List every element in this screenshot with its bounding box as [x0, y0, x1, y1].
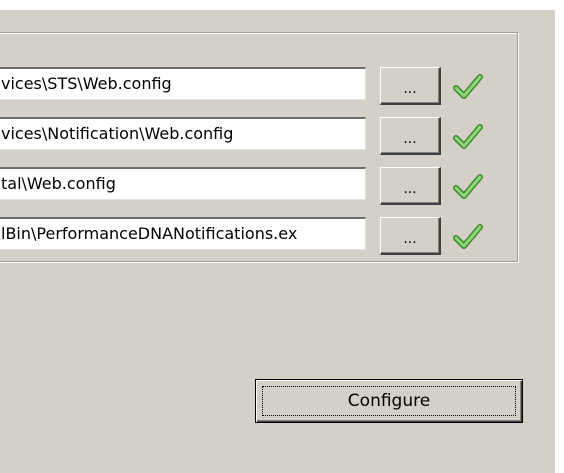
notifications-exe-path-field[interactable]: lBin\PerformanceDNANotifications.ex — [0, 217, 366, 250]
dialog-window: vices\STS\Web.config ... vices\Notificat… — [0, 10, 555, 473]
portal-config-path-field[interactable]: tal\Web.config — [0, 167, 366, 200]
check-icon — [453, 174, 483, 199]
portal-browse-button[interactable]: ... — [380, 167, 441, 205]
check-icon — [453, 224, 483, 249]
notification-browse-button[interactable]: ... — [380, 117, 441, 155]
exe-browse-button[interactable]: ... — [380, 217, 441, 255]
sts-config-path-field[interactable]: vices\STS\Web.config — [0, 67, 366, 100]
notification-config-path-field[interactable]: vices\Notification\Web.config — [0, 117, 366, 150]
configure-button[interactable]: Configure — [255, 379, 523, 423]
check-icon — [453, 74, 483, 99]
check-icon — [453, 124, 483, 149]
config-paths-group: vices\STS\Web.config ... vices\Notificat… — [0, 32, 518, 262]
sts-browse-button[interactable]: ... — [380, 67, 441, 105]
configure-button-label: Configure — [262, 386, 516, 416]
